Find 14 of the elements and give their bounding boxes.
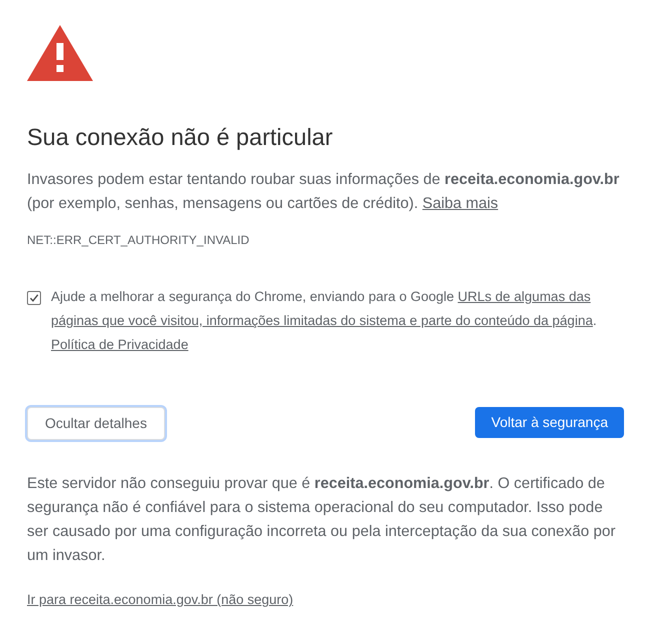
sent-data-link[interactable]: URLs de algumas das — [458, 289, 591, 304]
details-message: Este servidor não conseguiu provar que é receita.economia.gov.br. O certificado de segurança não é confiável para o sistema operacional do seu computador. Isso pode ser causado por uma configuração incorreta ou pela interceptação da sua conexão por um invasor. — [27, 474, 616, 566]
warning-message: Invasores podem estar tentando roubar suas informações de receita.economia.gov.br (por exemplo, senhas, mensagens ou cartões de crédito). Saiba mais — [27, 170, 620, 214]
hide-details-button[interactable]: Ocultar detalhes — [27, 407, 165, 440]
privacy-policy-link[interactable]: Política de Privacidade — [51, 333, 188, 357]
proceed-unsafe-link[interactable]: Ir para receita.economia.gov.br (não seguro) — [27, 592, 294, 608]
report-consent-text: Ajude a melhorar a segurança do Chrome, enviando para o Google URLs de algumas das páginas que você visitou, informações limitadas do sistema e parte do conteúdo da página. — [51, 288, 598, 330]
learn-more-link[interactable]: Saiba mais — [422, 195, 498, 212]
warning-icon — [27, 25, 93, 81]
back-to-safety-button[interactable]: Voltar à segurança — [475, 407, 624, 438]
error-code: NET::ERR_CERT_AUTHORITY_INVALID — [27, 232, 250, 248]
page-title: Sua conexão não é particular — [27, 123, 333, 151]
sent-data-link[interactable]: páginas que você visitou, informações limitadas do sistema e parte do conteúdo da página — [51, 313, 593, 328]
checkbox[interactable] — [27, 291, 41, 305]
